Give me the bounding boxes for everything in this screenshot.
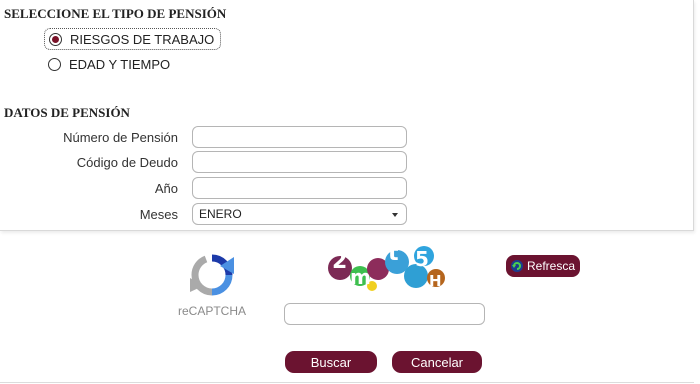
radio-label: EDAD Y TIEMPO [69,56,171,72]
captcha-char: 5 [415,247,429,271]
recaptcha-label: reCAPTCHA [177,304,246,318]
refresh-captcha-button[interactable]: Refresca [506,255,580,277]
captcha-input[interactable] [284,303,485,325]
codigo-deudo-input[interactable] [192,151,407,173]
radio-edad-y-tiempo[interactable]: EDAD Y TIEMPO [44,53,176,75]
radio-label: RIESGOS DE TRABAJO [70,31,215,47]
captcha-char: 2 [332,249,347,274]
recaptcha-badge: reCAPTCHA [176,252,248,322]
cancel-button[interactable]: Cancelar [392,351,482,373]
captcha-char: m [350,265,371,289]
pension-query-page: SELECCIONE EL TIPO DE PENSIÓN RIESGOS DE… [0,0,700,384]
meses-selected-value: ENERO [199,207,242,221]
captcha-char: t [388,241,399,266]
caret-down-icon [392,213,398,217]
radio-riesgos-de-trabajo[interactable]: RIESGOS DE TRABAJO [44,28,222,50]
meses-label: Meses [139,207,178,222]
anio-input[interactable] [192,177,407,199]
captcha-image: 2 m t 5 H [326,238,458,294]
captcha-char: H [429,272,442,290]
search-button[interactable]: Buscar [285,351,377,373]
refresh-icon [511,260,523,272]
radio-unselected-icon [48,57,61,71]
pension-type-title: SELECCIONE EL TIPO DE PENSIÓN [4,6,227,21]
numero-pension-label: Número de Pensión [63,130,178,145]
refresh-label: Refresca [527,259,576,273]
radio-selected-icon [49,32,62,46]
pension-data-title: DATOS DE PENSIÓN [4,105,130,120]
codigo-deudo-label: Código de Deudo [76,155,178,170]
meses-select[interactable]: ENERO [192,203,407,225]
numero-pension-input[interactable] [192,126,407,148]
bottom-divider [0,382,694,383]
recaptcha-icon [190,254,234,296]
anio-label: Año [154,181,178,196]
pension-form-panel: SELECCIONE EL TIPO DE PENSIÓN RIESGOS DE… [0,0,694,231]
